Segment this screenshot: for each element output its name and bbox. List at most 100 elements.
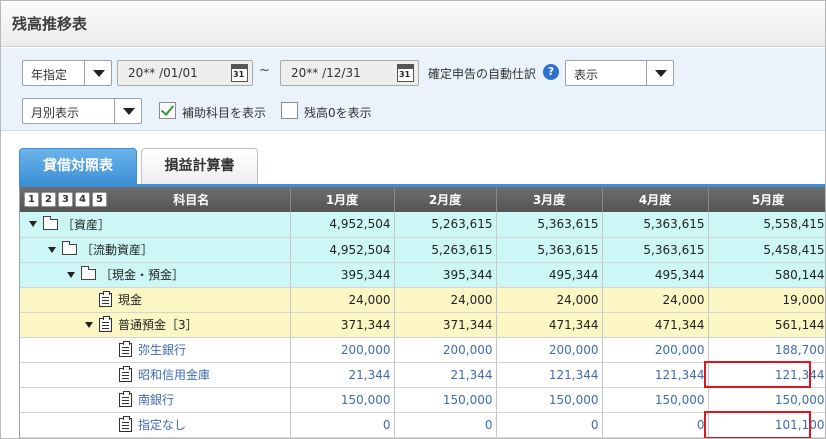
balance-cell-month-4[interactable]: 0 (602, 412, 709, 438)
balance-cell-month-5[interactable]: 5,558,415 (708, 212, 825, 238)
tab-balance-sheet[interactable]: 貸借対照表 (19, 148, 137, 185)
show-zero-balance-checkbox[interactable] (281, 102, 298, 119)
account-name-cell[interactable]: ［資産］ (20, 212, 291, 238)
show-sub-accounts-label[interactable]: 補助科目を表示 (182, 104, 266, 121)
show-zero-balance-label[interactable]: 残高0を表示 (304, 104, 372, 121)
level-button-4[interactable]: 4 (75, 192, 90, 207)
table-row[interactable]: ［流動資産］ 4,952,504 5,263,615 5,363,615 5,363,6… (20, 237, 825, 263)
auto-journal-select[interactable]: 表示 (565, 60, 674, 86)
chevron-down-icon[interactable] (114, 99, 141, 123)
balance-cell-month-3[interactable]: 24,000 (496, 287, 603, 313)
balance-cell-month-4[interactable]: 121,344 (602, 362, 709, 388)
balance-cell-month-2[interactable]: 371,344 (394, 312, 497, 338)
period-type-select[interactable]: 年指定 (22, 60, 112, 86)
table-row[interactable]: ［資産］ 4,952,504 5,263,615 5,363,615 5,363,615… (20, 212, 825, 238)
account-name-cell[interactable]: 昭和信用金庫 (20, 362, 291, 388)
balance-cell-month-4[interactable]: 471,344 (602, 312, 709, 338)
balance-cell-month-3[interactable]: 471,344 (496, 312, 603, 338)
level-button-2[interactable]: 2 (41, 192, 56, 207)
balance-cell-month-5[interactable]: 188,700 (708, 337, 825, 363)
display-mode-value: 月別表示 (31, 106, 80, 120)
level-button-1[interactable]: 1 (24, 192, 39, 207)
balance-cell-month-5[interactable]: 580,144 (708, 262, 825, 288)
balance-cell-month-1[interactable]: 200,000 (290, 337, 395, 363)
balance-table: 12345 科目名 1月度 2月度 3月度 4月度 5月度 ［資産］ 4,952,… (20, 187, 825, 438)
table-row[interactable]: 普通預金［3］ 371,344 371,344 471,344 471,344 561,1… (20, 312, 825, 338)
account-name-cell[interactable]: 指定なし (20, 412, 291, 438)
account-name: ［現金・預金］ (100, 268, 185, 282)
balance-cell-month-1[interactable]: 4,952,504 (290, 212, 395, 238)
date-from-value: 20** /01/01 (128, 66, 198, 80)
balance-cell-month-1[interactable]: 24,000 (290, 287, 395, 313)
level-buttons: 12345 (24, 191, 109, 208)
account-name-cell[interactable]: ［現金・預金］ (20, 262, 291, 288)
balance-cell-month-2[interactable]: 5,263,615 (394, 212, 497, 238)
balance-cell-month-2[interactable]: 200,000 (394, 337, 497, 363)
level-button-3[interactable]: 3 (58, 192, 73, 207)
balance-cell-month-5[interactable]: 101,100 (708, 412, 825, 438)
balance-cell-month-3[interactable]: 0 (496, 412, 603, 438)
table-row[interactable]: 現金 24,000 24,000 24,000 24,000 19,000 (20, 287, 825, 313)
table-header-row: 12345 科目名 1月度 2月度 3月度 4月度 5月度 (20, 187, 825, 212)
balance-cell-month-5[interactable]: 121,344 (708, 362, 825, 388)
table-row[interactable]: ［現金・預金］ 395,344 395,344 495,344 495,344 580,1… (20, 262, 825, 288)
balance-cell-month-5[interactable]: 5,458,415 (708, 237, 825, 263)
balance-cell-month-3[interactable]: 495,344 (496, 262, 603, 288)
balance-cell-month-4[interactable]: 200,000 (602, 337, 709, 363)
balance-cell-month-1[interactable]: 21,344 (290, 362, 395, 388)
tab-income-statement[interactable]: 損益計算書 (141, 148, 258, 185)
show-sub-accounts-checkbox[interactable] (159, 102, 176, 119)
display-mode-select[interactable]: 月別表示 (22, 98, 142, 124)
account-name-cell[interactable]: 普通預金［3］ (20, 312, 291, 338)
table-row[interactable]: 指定なし 0 0 0 0 101,100 (20, 412, 825, 438)
ledger-icon (119, 415, 132, 432)
expand-triangle-icon[interactable] (67, 271, 75, 278)
help-icon[interactable]: ? (543, 64, 559, 80)
table-row[interactable]: 南銀行 150,000 150,000 150,000 150,000 150,000 (20, 387, 825, 413)
balance-cell-month-2[interactable]: 0 (394, 412, 497, 438)
calendar-icon[interactable]: 31 (397, 64, 414, 82)
balance-cell-month-2[interactable]: 24,000 (394, 287, 497, 313)
expand-triangle-icon[interactable] (48, 246, 56, 253)
balance-cell-month-2[interactable]: 5,263,615 (394, 237, 497, 263)
table-row[interactable]: 昭和信用金庫 21,344 21,344 121,344 121,344 121,344 (20, 362, 825, 388)
account-name-cell[interactable]: ［流動資産］ (20, 237, 291, 263)
balance-cell-month-1[interactable]: 371,344 (290, 312, 395, 338)
balance-cell-month-1[interactable]: 4,952,504 (290, 237, 395, 263)
balance-cell-month-3[interactable]: 200,000 (496, 337, 603, 363)
calendar-icon[interactable]: 31 (231, 64, 248, 82)
table-row[interactable]: 弥生銀行 200,000 200,000 200,000 200,000 188,700 (20, 337, 825, 363)
balance-cell-month-2[interactable]: 150,000 (394, 387, 497, 413)
balance-cell-month-1[interactable]: 395,344 (290, 262, 395, 288)
level-button-5[interactable]: 5 (92, 192, 107, 207)
balance-cell-month-2[interactable]: 21,344 (394, 362, 497, 388)
account-name: 指定なし (138, 418, 187, 432)
balance-cell-month-5[interactable]: 19,000 (708, 287, 825, 313)
balance-cell-month-5[interactable]: 150,000 (708, 387, 825, 413)
balance-transition-window: 残高推移表 年指定 20** /01/01 31 ~ 20** /12/31 3… (0, 0, 826, 439)
expand-triangle-icon[interactable] (85, 321, 93, 328)
balance-cell-month-4[interactable]: 495,344 (602, 262, 709, 288)
account-name-cell[interactable]: 南銀行 (20, 387, 291, 413)
date-from-field[interactable]: 20** /01/01 31 (117, 60, 253, 86)
balance-cell-month-1[interactable]: 0 (290, 412, 395, 438)
chevron-down-icon[interactable] (84, 61, 111, 85)
account-name: 弥生銀行 (138, 343, 187, 357)
expand-triangle-icon[interactable] (29, 221, 37, 228)
chevron-down-icon[interactable] (646, 61, 673, 85)
account-name-cell[interactable]: 弥生銀行 (20, 337, 291, 363)
balance-cell-month-3[interactable]: 121,344 (496, 362, 603, 388)
balance-cell-month-4[interactable]: 5,363,615 (602, 212, 709, 238)
balance-cell-month-3[interactable]: 5,363,615 (496, 212, 603, 238)
balance-cell-month-5[interactable]: 561,144 (708, 312, 825, 338)
balance-cell-month-3[interactable]: 150,000 (496, 387, 603, 413)
balance-cell-month-4[interactable]: 24,000 (602, 287, 709, 313)
date-to-field[interactable]: 20** /12/31 31 (280, 60, 419, 86)
account-name-cell[interactable]: 現金 (20, 287, 291, 313)
balance-cell-month-2[interactable]: 395,344 (394, 262, 497, 288)
column-header-month-2: 2月度 (394, 187, 497, 212)
balance-cell-month-1[interactable]: 150,000 (290, 387, 395, 413)
balance-cell-month-4[interactable]: 5,363,615 (602, 237, 709, 263)
balance-cell-month-4[interactable]: 150,000 (602, 387, 709, 413)
balance-cell-month-3[interactable]: 5,363,615 (496, 237, 603, 263)
